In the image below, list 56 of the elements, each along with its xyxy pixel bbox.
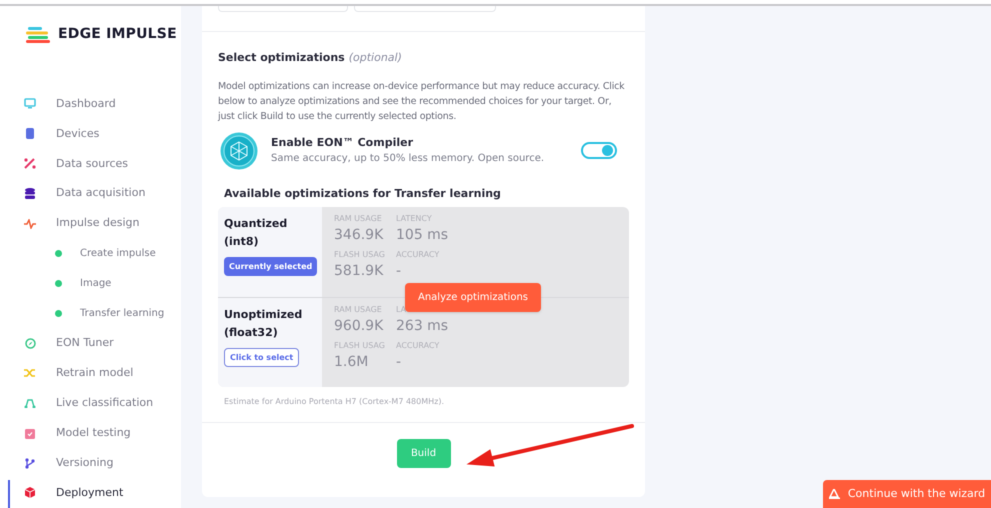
metric-value: 960.9K	[334, 317, 384, 336]
sidebar-item[interactable]: Deployment	[56, 484, 124, 502]
status-dot-icon	[54, 310, 62, 317]
sidebar-item[interactable]: Data sources	[56, 156, 128, 172]
logo-icon	[26, 26, 50, 42]
metric-value: 1.6M	[334, 353, 370, 372]
clipboard-icon	[25, 428, 35, 439]
optimization-name: Unoptimized (float32)	[224, 307, 304, 341]
sidebar-item[interactable]: Dashboard	[56, 96, 116, 112]
input-field[interactable]	[218, 6, 348, 12]
description: Model optimizations can increase on-device performance but may reduce accuracy. Click below to analyze optimizations and see the recommended choices for your target. Or, just click Build to use the currently selected options.	[218, 80, 626, 124]
optional-note: (optional)	[348, 50, 402, 66]
eon-subtitle: Same accuracy, up to 50% less memory. Open source.	[271, 152, 546, 166]
metric-value: -	[396, 353, 402, 372]
pulse-icon	[24, 218, 36, 229]
metric-value: -	[396, 262, 402, 281]
sidebar-item[interactable]: Transfer learning	[80, 306, 164, 321]
sidebar-item[interactable]: Retrain model	[56, 365, 134, 382]
metric-value: 263 ms	[396, 317, 450, 336]
select-button[interactable]: Click to select	[224, 348, 300, 367]
eon-title: Enable EON™ Compiler	[271, 134, 414, 151]
chip-icon	[26, 128, 34, 140]
sidebar-item[interactable]: EON Tuner	[56, 335, 114, 352]
sidebar-item[interactable]: Data acquisition	[56, 185, 146, 202]
select-button[interactable]: Currently selected	[224, 257, 318, 276]
wizard-hat-icon	[828, 489, 840, 499]
sidebar-item[interactable]: Devices	[56, 126, 100, 142]
optimizations-title: Available optimizations for Transfer learning	[224, 186, 502, 202]
compass-icon	[24, 338, 36, 349]
nodes-icon	[24, 398, 36, 408]
logo-text: EDGE IMPULSE	[58, 25, 177, 44]
sidebar-item[interactable]: Live classification	[56, 394, 154, 412]
status-dot-icon	[54, 280, 62, 287]
status-dot-icon	[54, 250, 62, 258]
estimate-note: Estimate for Arduino Portenta H7 (Cortex-M7 480MHz).	[224, 396, 446, 408]
sidebar-item[interactable]: Impulse design	[56, 215, 140, 232]
shuffle-icon	[24, 368, 36, 378]
cube-icon	[25, 487, 35, 498]
optimization-name: Quantized (int8)	[224, 216, 288, 250]
input-field[interactable]	[354, 6, 496, 12]
sidebar-item[interactable]: Model testing	[56, 424, 131, 442]
sidebar-item[interactable]: Versioning	[56, 454, 114, 472]
continue-wizard-button[interactable]: Continue with the wizard	[823, 480, 991, 508]
eon-icon	[220, 132, 258, 170]
metric-value: 581.9K	[334, 262, 384, 281]
percent-icon	[24, 158, 36, 170]
section-title: Select optimizations	[218, 50, 345, 66]
sidebar-item[interactable]: Image	[80, 276, 112, 291]
analyze-button[interactable]: Analyze optimizations	[405, 283, 541, 312]
sidebar-item[interactable]: Create impulse	[80, 246, 156, 262]
monitor-icon	[24, 98, 36, 110]
metric-value: 346.9K	[334, 226, 384, 245]
branch-icon	[25, 458, 35, 469]
metric-value: 105 ms	[396, 226, 450, 245]
eon-toggle[interactable]	[581, 142, 617, 159]
database-icon	[25, 188, 35, 200]
